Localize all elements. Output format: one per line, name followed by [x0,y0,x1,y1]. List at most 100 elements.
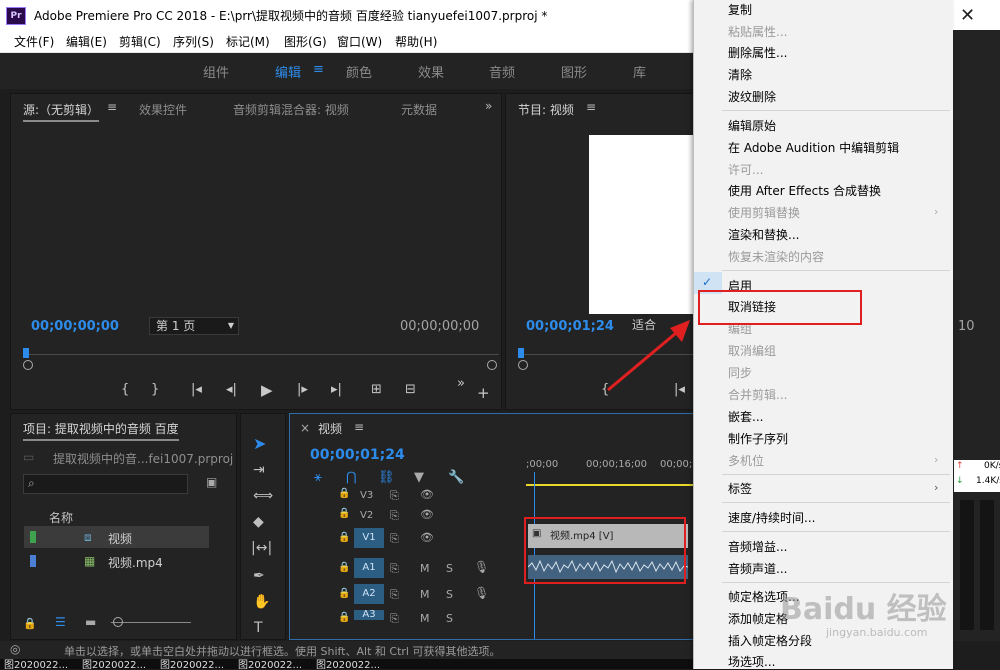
type-tool-icon[interactable]: T [254,620,263,636]
menu-item-remove-attributes[interactable]: 删除属性... [728,44,787,61]
new-bin-icon[interactable]: ▣ [206,475,217,489]
lock-icon[interactable]: 🔒 [338,612,350,623]
menu-item-synchronize[interactable]: 同步 [728,364,752,381]
work-area-bar[interactable] [526,484,694,486]
step-back-icon[interactable]: ◂| [226,382,237,397]
menu-edit[interactable]: 编辑(E) [66,33,107,50]
eye-icon[interactable]: 👁 [420,508,434,521]
taskbar-item[interactable]: 图2020022... [160,659,224,669]
menu-graphics[interactable]: 图形(G) [284,33,327,50]
menu-item-replace-with-clip[interactable]: 使用剪辑替换 [728,204,800,221]
zoom-handle-right[interactable] [487,360,497,370]
menu-item-label[interactable]: 标签 [728,480,752,497]
solo-button[interactable]: S [446,562,453,575]
hand-tool-icon[interactable]: ✋ [253,594,270,610]
workspace-editing[interactable]: 编辑 [275,62,301,81]
taskbar-item[interactable]: 图2020022... [238,659,302,669]
icon-view-icon[interactable]: ▬ [85,615,96,629]
workspace-effects[interactable]: 效果 [418,62,444,81]
ripple-edit-tool-icon[interactable]: ⟺ [253,488,273,504]
tab-source[interactable]: 源:（无剪辑） [23,101,100,122]
pen-tool-icon[interactable]: ✒ [253,568,265,584]
zoom-slider-handle[interactable] [113,617,123,627]
selection-tool-icon[interactable]: ➤ [253,434,266,453]
wrench-icon[interactable]: 🔧 [448,470,464,485]
list-item[interactable]: ▦ 视频.mp4 [24,550,209,572]
menu-item-insert-frame-hold[interactable]: 插入帧定格分段 [728,632,812,649]
microphone-icon[interactable]: 🎙 [474,586,489,600]
menu-item-nest[interactable]: 嵌套... [728,408,763,425]
menu-file[interactable]: 文件(F) [14,33,54,50]
mute-button[interactable]: M [420,562,430,575]
menu-item-edit-original[interactable]: 编辑原始 [728,117,776,134]
taskbar-item[interactable]: 图2020022... [82,659,146,669]
menu-item-audio-channels[interactable]: 音频声道... [728,560,787,577]
nest-icon[interactable]: ⚹ [314,470,322,485]
list-item[interactable]: ⧈ 视频 [24,526,209,548]
insert-icon[interactable]: ⊞ [371,382,382,397]
menu-item-make-subsequence[interactable]: 制作子序列 [728,430,788,447]
zoom-slider[interactable] [111,622,191,623]
microphone-icon[interactable]: 🎙 [474,560,489,574]
menu-item-add-frame-hold[interactable]: 添加帧定格 [728,610,788,627]
track-target-v1[interactable]: V1 [354,528,384,548]
play-icon[interactable]: ▶ [261,381,273,399]
close-icon[interactable]: ✕ [960,5,975,26]
sync-lock-icon[interactable]: ⎘ [390,588,399,602]
list-view-icon[interactable]: ☰ [55,615,66,629]
lock-icon[interactable]: 🔒 [338,588,350,599]
menu-item-edit-in-audition[interactable]: 在 Adobe Audition 中编辑剪辑 [728,139,899,156]
tab-audio-clip-mixer[interactable]: 音频剪辑混合器: 视频 [233,101,349,118]
workspace-libraries[interactable]: 库 [633,62,646,81]
overwrite-icon[interactable]: ⊟ [405,382,416,397]
sync-lock-icon[interactable]: ⎘ [390,612,399,626]
workspace-menu-icon[interactable]: ≡ [313,62,324,77]
tab-metadata[interactable]: 元数据 [401,101,437,118]
zoom-handle-left[interactable] [518,360,528,370]
go-to-in-icon[interactable]: |◂ [191,382,202,397]
workspace-graphics[interactable]: 图形 [561,62,587,81]
solo-button[interactable]: S [446,588,453,601]
go-to-out-icon[interactable]: ▸| [331,382,342,397]
more-panels-icon[interactable]: » [485,99,492,113]
menu-sequence[interactable]: 序列(S) [173,33,214,50]
menu-item-ripple-delete[interactable]: 波纹删除 [728,88,776,105]
workspace-assembly[interactable]: 组件 [203,62,229,81]
workspace-audio[interactable]: 音频 [489,62,515,81]
lock-icon[interactable]: 🔒 [338,562,350,573]
track-target-a3[interactable]: A3 [354,610,384,620]
page-select[interactable]: 第 1 页 ▼ [149,317,239,335]
menu-item-restore-unrendered[interactable]: 恢复未渲染的内容 [728,248,824,265]
tab-program[interactable]: 节目: 视频 [518,101,574,118]
step-forward-icon[interactable]: |▸ [297,382,308,397]
menu-item-multi-camera[interactable]: 多机位 [728,452,764,469]
workspace-color[interactable]: 颜色 [346,62,372,81]
project-search-input[interactable]: ⌕ [23,474,188,494]
menu-marker[interactable]: 标记(M) [226,33,270,50]
lock-icon[interactable]: 🔒 [338,508,350,519]
menu-item-ungroup[interactable]: 取消编组 [728,342,776,359]
eye-icon[interactable]: 👁 [420,531,434,544]
menu-clip[interactable]: 剪辑(C) [119,33,161,50]
tab-project[interactable]: 项目: 提取视频中的音频 百度 [23,420,179,441]
razor-tool-icon[interactable]: ◆ [253,514,264,530]
track-select-tool-icon[interactable]: ⇥ [253,462,265,478]
sync-lock-icon[interactable]: ⎘ [390,532,399,546]
close-tab-icon[interactable]: × [300,421,310,435]
sync-lock-icon[interactable]: ⎘ [390,489,399,503]
mute-button[interactable]: M [420,612,430,625]
track-target-a1[interactable]: A1 [354,558,384,578]
sync-lock-icon[interactable]: ⎘ [390,562,399,576]
add-button-icon[interactable]: + [477,384,490,402]
snap-icon[interactable]: ⋂ [346,470,357,485]
playhead-handle[interactable] [518,348,524,358]
solo-button[interactable]: S [446,612,453,625]
mute-button[interactable]: M [420,588,430,601]
tab-menu-icon[interactable]: ≡ [107,100,117,114]
menu-item-render-and-replace[interactable]: 渲染和替换... [728,226,799,243]
sync-lock-icon[interactable]: ⎘ [390,509,399,523]
timeline-timecode[interactable]: 00;00;01;24 [310,447,405,463]
lock-icon[interactable]: 🔒 [23,617,37,630]
menu-help[interactable]: 帮助(H) [395,33,437,50]
mark-in-icon[interactable]: { [121,382,129,397]
